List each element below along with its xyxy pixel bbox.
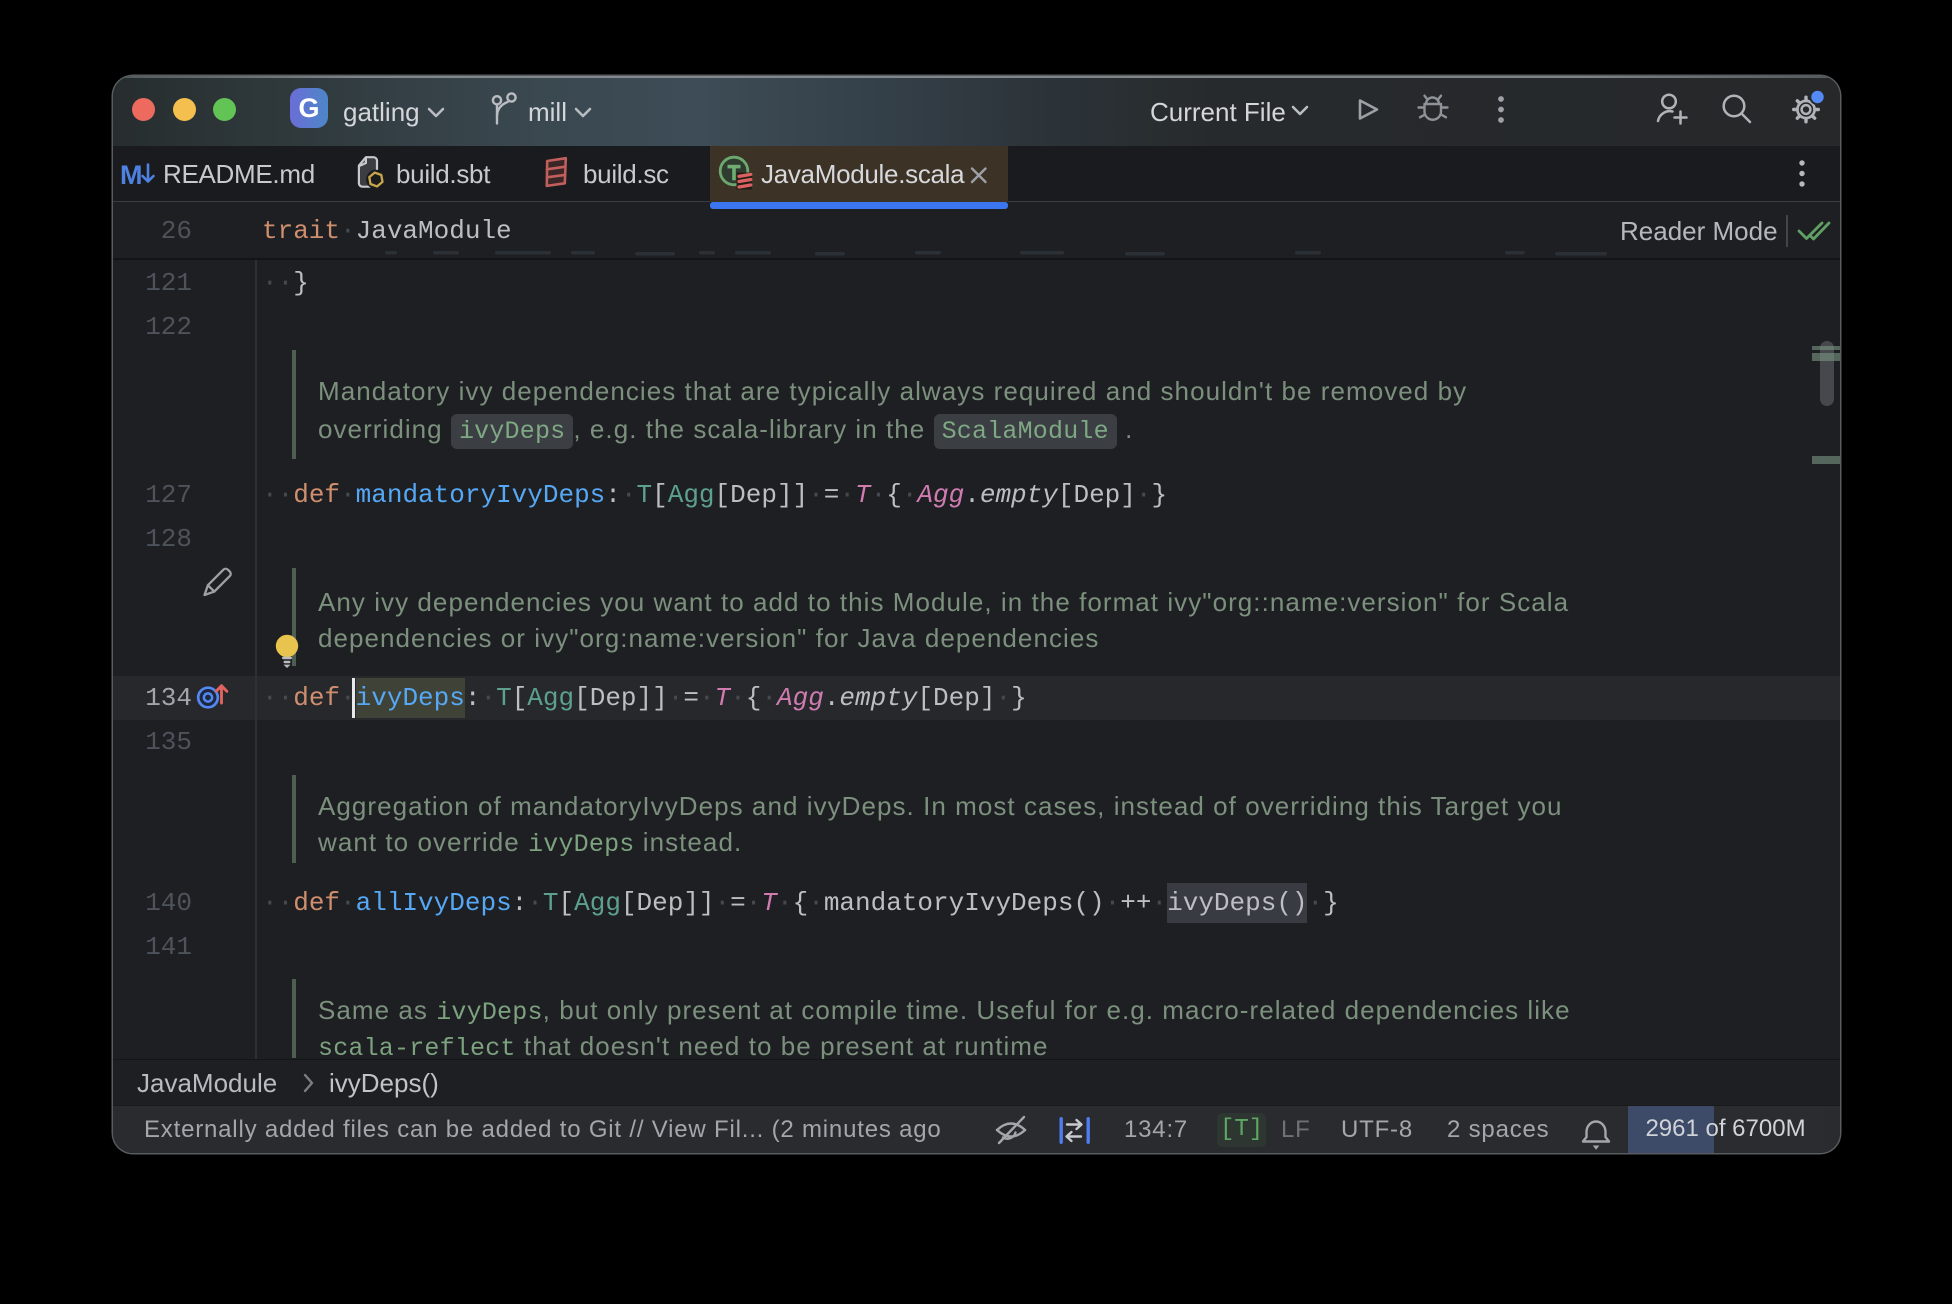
svg-text:M: M — [120, 160, 143, 190]
